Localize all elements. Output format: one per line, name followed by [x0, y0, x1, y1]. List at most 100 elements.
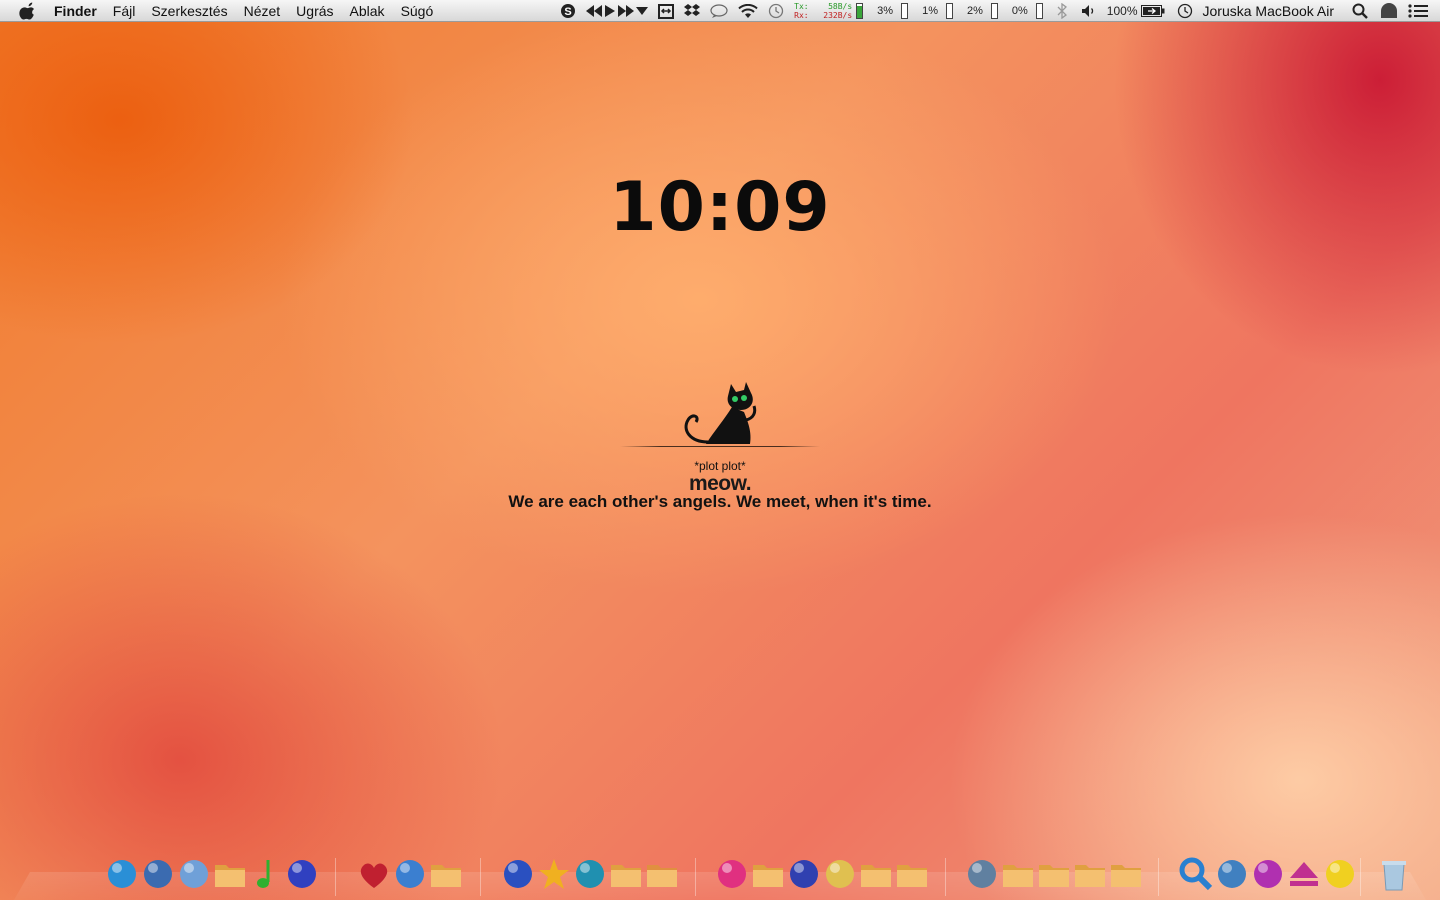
meter-percent-3[interactable]: 0% [1012, 5, 1028, 17]
dock-item-user-folder-icon[interactable] [1036, 856, 1072, 892]
dock-separator [945, 858, 946, 896]
dock-item-video-folder-icon[interactable] [1072, 856, 1108, 892]
dvd-icon [180, 860, 208, 888]
dock-item-red-folder-icon[interactable] [608, 856, 644, 892]
time-machine-status-icon[interactable] [768, 3, 784, 19]
green-folder-icon [897, 865, 927, 887]
user-folder-icon [1039, 865, 1069, 887]
cat-icon [684, 382, 757, 444]
menu-view[interactable]: Nézet [236, 3, 289, 19]
dock-item-terminal-icon[interactable] [964, 856, 1000, 892]
camera-icon [718, 860, 746, 888]
menu-file[interactable]: Fájl [105, 3, 144, 19]
menu-app-finder[interactable]: Finder [54, 3, 105, 19]
movie-clapper-icon [790, 860, 818, 888]
dock-item-help-icon[interactable] [104, 856, 140, 892]
dock-item-movies-folder-icon[interactable] [858, 856, 894, 892]
clock-icon[interactable] [1177, 3, 1193, 19]
next-track-icon[interactable] [618, 5, 635, 17]
time-machine-icon [576, 860, 604, 888]
dock-item-applications-folder-icon[interactable] [212, 856, 248, 892]
glove-icon [288, 860, 316, 888]
dock-item-time-machine-icon[interactable] [572, 856, 608, 892]
meter-percent-2[interactable]: 2% [967, 5, 983, 17]
dock-item-tools-folder-icon[interactable] [428, 856, 464, 892]
mail-icon [1254, 860, 1282, 888]
dock-item-radiation-icon[interactable] [1322, 856, 1358, 892]
chevron-down-icon[interactable] [636, 6, 649, 16]
user-name[interactable]: Joruska MacBook Air [1203, 3, 1335, 19]
menu-go[interactable]: Ugrás [288, 3, 341, 19]
dock-item-star-icon[interactable] [536, 856, 572, 892]
bluetooth-icon[interactable] [1057, 3, 1067, 19]
rx-label: Rx: [794, 11, 809, 20]
home-folder-icon [1003, 865, 1033, 887]
tools-folder-icon [431, 865, 461, 887]
previous-track-icon[interactable] [586, 5, 603, 17]
dock-item-music-note-icon[interactable] [248, 856, 284, 892]
menu-edit[interactable]: Szerkesztés [143, 3, 235, 19]
grid-folder-icon [1111, 865, 1141, 887]
terminal-icon [968, 860, 996, 888]
dock-item-globe-icon[interactable] [140, 856, 176, 892]
dock-item-cd-icon[interactable] [822, 856, 858, 892]
dock-item-eject-icon[interactable] [1286, 856, 1322, 892]
dock-item-dvd-icon[interactable] [176, 856, 212, 892]
pictures-folder-icon [753, 865, 783, 887]
dock-item-photo-stack-icon[interactable] [500, 856, 536, 892]
chat-bubble-icon[interactable] [710, 4, 728, 18]
dock-item-wrench-icon[interactable] [392, 856, 428, 892]
menu-help[interactable]: Súgó [393, 3, 442, 19]
skype-icon[interactable]: S [560, 3, 576, 19]
cat-illustration [620, 380, 820, 450]
plus-folder-icon [647, 865, 677, 887]
dock-item-movie-clapper-icon[interactable] [786, 856, 822, 892]
battery-percent[interactable]: 100% [1107, 4, 1138, 18]
video-folder-icon [1075, 865, 1105, 887]
rx-value: 232B/s [823, 11, 853, 20]
desktop-quote: We are each other's angels. We meet, whe… [508, 492, 932, 511]
screen-capture-icon[interactable] [658, 3, 675, 19]
dock-item-trash-icon[interactable] [1376, 856, 1412, 892]
network-monitor[interactable]: Tx: 58B/s Rx: 232B/s [794, 2, 852, 20]
dock-separator [1158, 858, 1159, 896]
red-folder-icon [611, 865, 641, 887]
cpu-meter-bar [856, 3, 864, 19]
dock-item-home-folder-icon[interactable] [1000, 856, 1036, 892]
dock-item-mail-icon[interactable] [1250, 856, 1286, 892]
photo-stack-icon [504, 860, 532, 888]
battery-icon[interactable] [1140, 5, 1165, 17]
svg-text:S: S [565, 6, 572, 18]
dock-item-magnifier-icon[interactable] [1178, 856, 1214, 892]
meter-bar-4 [1035, 3, 1043, 19]
dock-item-grid-folder-icon[interactable] [1108, 856, 1144, 892]
dock-item-heart-icon[interactable] [356, 856, 392, 892]
cat-caption-small: *plot plot* [694, 459, 746, 473]
meter-bar-1 [901, 3, 909, 19]
cpu-percent[interactable]: 3% [877, 5, 893, 17]
dock-item-pictures-folder-icon[interactable] [750, 856, 786, 892]
help-icon [108, 860, 136, 888]
meter-percent-1[interactable]: 1% [922, 5, 938, 17]
preview-icon [1218, 860, 1246, 888]
spotlight-search-icon[interactable] [1352, 3, 1368, 19]
menu-window[interactable]: Ablak [342, 3, 393, 19]
dock-item-camera-icon[interactable] [714, 856, 750, 892]
dock-item-preview-icon[interactable] [1214, 856, 1250, 892]
dock-item-glove-icon[interactable] [284, 856, 320, 892]
volume-icon[interactable] [1081, 4, 1097, 18]
radiation-icon [1326, 860, 1354, 888]
notification-list-icon[interactable] [1408, 4, 1428, 18]
music-note-icon [257, 860, 270, 888]
dropbox-icon[interactable] [684, 4, 701, 18]
dock-separator [695, 858, 696, 896]
star-icon [539, 859, 569, 889]
trash-icon [1382, 861, 1406, 891]
wifi-icon[interactable] [738, 3, 758, 19]
dock-item-plus-folder-icon[interactable] [644, 856, 680, 892]
helmet-icon[interactable] [1380, 3, 1398, 19]
apple-menu-icon[interactable] [18, 1, 38, 20]
eject-icon [1290, 862, 1318, 886]
play-icon[interactable] [605, 5, 616, 17]
dock-item-green-folder-icon[interactable] [894, 856, 930, 892]
